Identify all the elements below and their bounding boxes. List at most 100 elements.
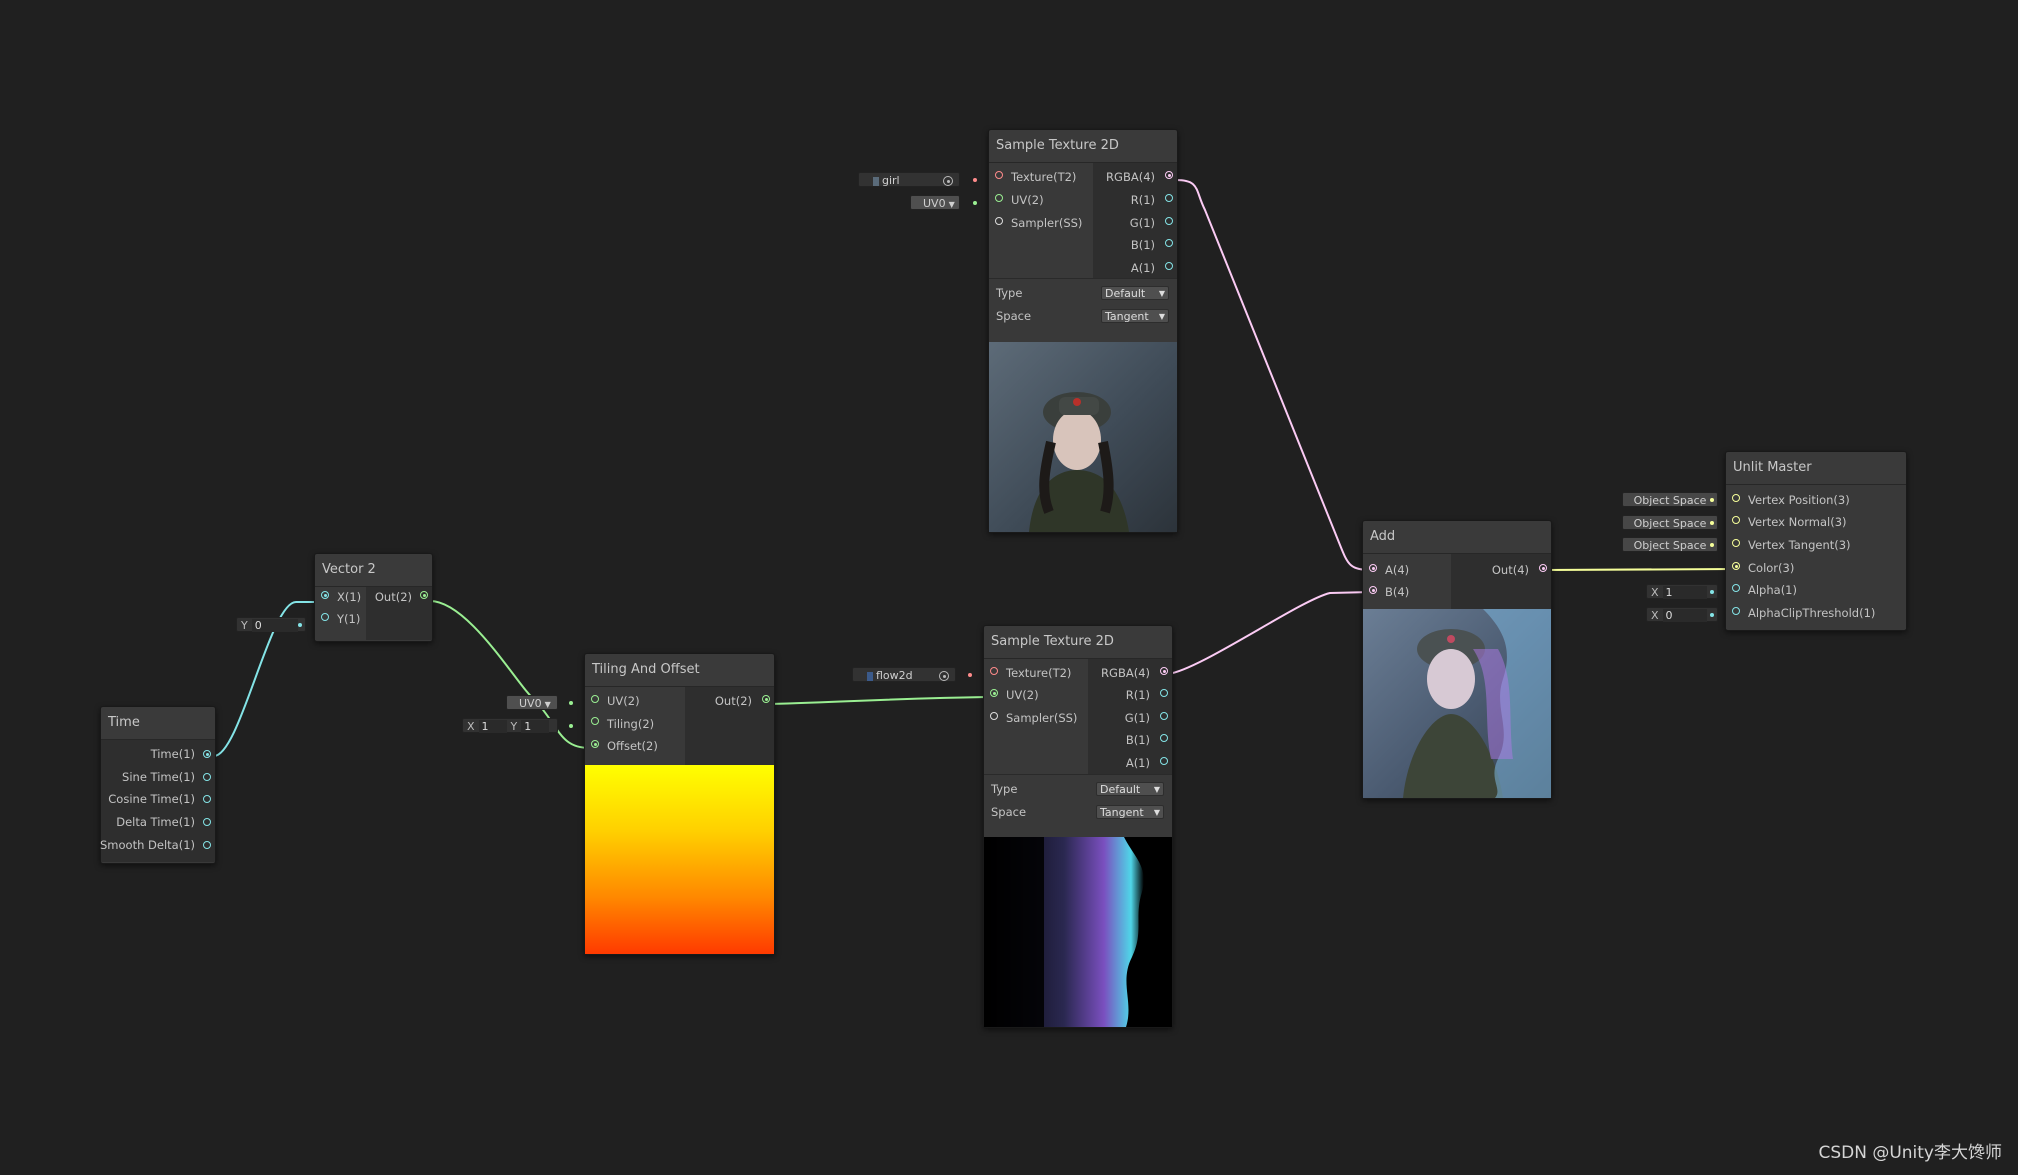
time-output-delta[interactable]: Delta Time(1)	[116, 814, 195, 830]
tiling-offset-node[interactable]: Tiling And Offset UV(2) Tiling(2) Offset…	[584, 653, 775, 955]
alpha-clip-input[interactable]	[1662, 609, 1707, 622]
girl-rgba-port-dot[interactable]	[1165, 171, 1173, 179]
wire-tiling-to-flow-uv[interactable]	[769, 696, 993, 705]
add-out-port-dot[interactable]	[1539, 564, 1547, 572]
girl-output-a[interactable]: A(1)	[1131, 260, 1155, 276]
tiling-out-port-dot[interactable]	[762, 695, 770, 703]
vector2-out-port-dot[interactable]	[420, 591, 428, 599]
girl-output-r[interactable]: R(1)	[1131, 192, 1155, 208]
vertex-tangent-space-field[interactable]: Object Space	[1622, 537, 1718, 552]
vector2-y-port-dot[interactable]	[321, 613, 329, 621]
object-picker-icon[interactable]	[943, 176, 953, 186]
unlit-input-vertex-normal[interactable]: Vertex Normal(3)	[1748, 514, 1847, 530]
delta-port-dot[interactable]	[203, 818, 211, 826]
girl-input-uv[interactable]: UV(2)	[1011, 192, 1044, 208]
girl-uv-port-dot[interactable]	[995, 194, 1003, 202]
vector2-x-port-dot[interactable]	[321, 591, 329, 599]
flow-output-g[interactable]: G(1)	[1125, 710, 1150, 726]
add-b-port-dot[interactable]	[1369, 586, 1377, 594]
flow-sampler-port-dot[interactable]	[990, 712, 998, 720]
time-output-smooth-delta[interactable]: Smooth Delta(1)	[100, 837, 195, 853]
girl-output-rgba[interactable]: RGBA(4)	[1106, 169, 1155, 185]
flow-output-a[interactable]: A(1)	[1126, 755, 1150, 771]
vector2-y-field[interactable]: Y	[236, 617, 306, 632]
color-port-dot[interactable]	[1732, 562, 1740, 570]
tiling-uv-port-dot[interactable]	[591, 695, 599, 703]
wire-girl-rgba-to-add-a[interactable]	[1175, 179, 1373, 571]
vector2-y-input[interactable]	[251, 619, 298, 632]
flow-r-port-dot[interactable]	[1160, 689, 1168, 697]
unlit-input-alpha[interactable]: Alpha(1)	[1748, 582, 1797, 598]
tiling-output[interactable]: Out(2)	[715, 693, 752, 709]
girl-g-port-dot[interactable]	[1165, 217, 1173, 225]
alpha-port-dot[interactable]	[1732, 584, 1740, 592]
vector2-input-y[interactable]: Y(1)	[337, 611, 360, 627]
girl-input-sampler[interactable]: Sampler(SS)	[1011, 215, 1082, 231]
time-output-sine[interactable]: Sine Time(1)	[122, 769, 195, 785]
flow-input-texture[interactable]: Texture(T2)	[1006, 665, 1071, 681]
flow-input-sampler[interactable]: Sampler(SS)	[1006, 710, 1077, 726]
time-output-cosine[interactable]: Cosine Time(1)	[108, 791, 195, 807]
wire-flow-rgba-to-add-b[interactable]	[1167, 591, 1373, 675]
vector2-node[interactable]: Vector 2 X(1) Y(1) Out(2)	[314, 553, 433, 642]
alpha-clip-port-dot[interactable]	[1732, 607, 1740, 615]
girl-b-port-dot[interactable]	[1165, 239, 1173, 247]
flow-output-b[interactable]: B(1)	[1126, 732, 1150, 748]
girl-texture-port-dot[interactable]	[995, 171, 1003, 179]
girl-output-g[interactable]: G(1)	[1130, 215, 1155, 231]
object-picker-icon-flow[interactable]	[939, 671, 949, 681]
flow-g-port-dot[interactable]	[1160, 712, 1168, 720]
flow-rgba-port-dot[interactable]	[1160, 667, 1168, 675]
flow-a-port-dot[interactable]	[1160, 757, 1168, 765]
alpha-input[interactable]	[1662, 586, 1707, 599]
flow-output-r[interactable]: R(1)	[1126, 687, 1150, 703]
time-port-dot[interactable]	[203, 750, 211, 758]
flow-type-dropdown[interactable]: Default ▼	[1096, 782, 1164, 796]
flow-output-rgba[interactable]: RGBA(4)	[1101, 665, 1150, 681]
tiling-xy-field[interactable]: XY	[462, 718, 558, 733]
flow-uv-port-dot[interactable]	[990, 689, 998, 697]
girl-r-port-dot[interactable]	[1165, 194, 1173, 202]
vector2-input-x[interactable]: X(1)	[337, 589, 361, 605]
smooth-delta-port-dot[interactable]	[203, 841, 211, 849]
tiling-input-offset[interactable]: Offset(2)	[607, 738, 658, 754]
girl-sampler-port-dot[interactable]	[995, 217, 1003, 225]
sine-port-dot[interactable]	[203, 773, 211, 781]
add-a-port-dot[interactable]	[1369, 564, 1377, 572]
add-input-b[interactable]: B(4)	[1385, 584, 1409, 600]
sample-texture-girl-node[interactable]: Sample Texture 2D Texture(T2) UV(2) Samp…	[988, 129, 1178, 533]
add-input-a[interactable]: A(4)	[1385, 562, 1409, 578]
vertex-position-space-field[interactable]: Object Space	[1622, 492, 1718, 507]
girl-output-b[interactable]: B(1)	[1131, 237, 1155, 253]
wire-add-to-color[interactable]	[1543, 568, 1737, 571]
flow-space-dropdown[interactable]: Tangent ▼	[1096, 805, 1164, 819]
time-node[interactable]: Time Time(1) Sine Time(1) Cosine Time(1)…	[100, 706, 216, 864]
tiling-offset-port-dot[interactable]	[591, 740, 599, 748]
flow-input-uv[interactable]: UV(2)	[1006, 687, 1039, 703]
tiling-uv-dropdown[interactable]: UV0 ▼	[506, 695, 558, 710]
cosine-port-dot[interactable]	[203, 795, 211, 803]
flow-b-port-dot[interactable]	[1160, 734, 1168, 742]
unlit-master-node[interactable]: Unlit Master Vertex Position(3) Vertex N…	[1725, 451, 1907, 631]
sample-texture-flow-node[interactable]: Sample Texture 2D Texture(T2) UV(2) Samp…	[983, 625, 1173, 1028]
tiling-input-tiling[interactable]: Tiling(2)	[607, 716, 654, 732]
time-output-time[interactable]: Time(1)	[151, 746, 195, 762]
unlit-input-alpha-clip[interactable]: AlphaClipThreshold(1)	[1748, 605, 1875, 621]
vector2-output[interactable]: Out(2)	[375, 589, 412, 605]
tiling-y-input[interactable]	[521, 720, 550, 733]
girl-input-texture[interactable]: Texture(T2)	[1011, 169, 1076, 185]
tiling-tiling-port-dot[interactable]	[591, 717, 599, 725]
flow-texture-field[interactable]: flow2d	[852, 667, 956, 682]
vertex-normal-port-dot[interactable]	[1732, 516, 1740, 524]
vertex-tangent-port-dot[interactable]	[1732, 539, 1740, 547]
girl-uv-dropdown[interactable]: UV0 ▼	[910, 195, 960, 210]
vertex-normal-space-field[interactable]: Object Space	[1622, 515, 1718, 530]
add-output[interactable]: Out(4)	[1492, 562, 1529, 578]
flow-texture-port-dot[interactable]	[990, 667, 998, 675]
girl-space-dropdown[interactable]: Tangent ▼	[1101, 309, 1169, 323]
girl-type-dropdown[interactable]: Default ▼	[1101, 286, 1169, 300]
alpha-clip-field[interactable]: X	[1646, 607, 1718, 622]
vertex-position-port-dot[interactable]	[1732, 494, 1740, 502]
girl-texture-field[interactable]: girl	[858, 172, 960, 187]
tiling-x-input[interactable]	[478, 720, 507, 733]
